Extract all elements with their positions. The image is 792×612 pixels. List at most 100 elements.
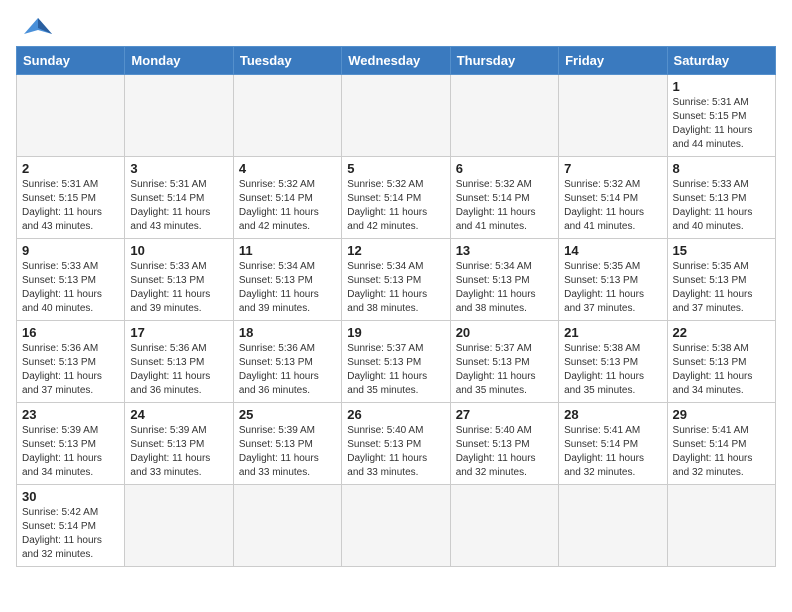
day-number: 6 (456, 161, 553, 176)
day-info: Sunrise: 5:31 AMSunset: 5:15 PMDaylight:… (673, 96, 770, 152)
day-info: Sunrise: 5:32 AMSunset: 5:14 PMDaylight:… (347, 178, 444, 234)
day-number: 30 (22, 489, 119, 504)
day-info: Sunrise: 5:37 AMSunset: 5:13 PMDaylight:… (456, 342, 553, 398)
calendar-cell (559, 485, 667, 567)
day-info: Sunrise: 5:34 AMSunset: 5:13 PMDaylight:… (239, 260, 336, 316)
calendar-cell: 16Sunrise: 5:36 AMSunset: 5:13 PMDayligh… (17, 321, 125, 403)
day-info: Sunrise: 5:39 AMSunset: 5:13 PMDaylight:… (130, 424, 227, 480)
day-number: 22 (673, 325, 770, 340)
day-number: 4 (239, 161, 336, 176)
day-number: 3 (130, 161, 227, 176)
weekday-header-friday: Friday (559, 47, 667, 75)
calendar-cell: 29 Sunrise: 5:41 AMSunset: 5:14 PMDayligh… (667, 403, 775, 485)
day-info: Sunrise: 5:41 AMSunset: 5:14 PMDaylight:… (564, 424, 661, 480)
calendar-cell: 2 Sunrise: 5:31 AMSunset: 5:15 PMDaylight… (17, 157, 125, 239)
calendar-week-4: 23 Sunrise: 5:39 AMSunset: 5:13 PMDayligh… (17, 403, 776, 485)
calendar-cell: 26 Sunrise: 5:40 AMSunset: 5:13 PMDayligh… (342, 403, 450, 485)
calendar-header: SundayMondayTuesdayWednesdayThursdayFrid… (17, 47, 776, 75)
day-info: Sunrise: 5:37 AMSunset: 5:13 PMDaylight:… (347, 342, 444, 398)
day-number: 26 (347, 407, 444, 422)
day-info: Sunrise: 5:36 AMSunset: 5:13 PMDaylight:… (239, 342, 336, 398)
day-info: Sunrise: 5:33 AMSunset: 5:13 PMDaylight:… (130, 260, 227, 316)
day-number: 7 (564, 161, 661, 176)
day-info: Sunrise: 5:35 AMSunset: 5:13 PMDaylight:… (673, 260, 770, 316)
calendar-cell (450, 485, 558, 567)
day-info: Sunrise: 5:39 AMSunset: 5:13 PMDaylight:… (239, 424, 336, 480)
day-number: 11 (239, 243, 336, 258)
page-header (16, 16, 776, 38)
day-info: Sunrise: 5:31 AMSunset: 5:14 PMDaylight:… (130, 178, 227, 234)
calendar-week-2: 9 Sunrise: 5:33 AMSunset: 5:13 PMDaylight… (17, 239, 776, 321)
day-number: 9 (22, 243, 119, 258)
calendar-week-1: 2 Sunrise: 5:31 AMSunset: 5:15 PMDaylight… (17, 157, 776, 239)
calendar-cell (559, 75, 667, 157)
day-info: Sunrise: 5:36 AMSunset: 5:13 PMDaylight:… (130, 342, 227, 398)
day-number: 5 (347, 161, 444, 176)
calendar-cell: 28 Sunrise: 5:41 AMSunset: 5:14 PMDayligh… (559, 403, 667, 485)
calendar-cell: 4 Sunrise: 5:32 AMSunset: 5:14 PMDaylight… (233, 157, 341, 239)
calendar-cell (233, 75, 341, 157)
weekday-header-saturday: Saturday (667, 47, 775, 75)
weekday-header-sunday: Sunday (17, 47, 125, 75)
day-info: Sunrise: 5:40 AMSunset: 5:13 PMDaylight:… (456, 424, 553, 480)
calendar-cell: 5 Sunrise: 5:32 AMSunset: 5:14 PMDaylight… (342, 157, 450, 239)
day-number: 25 (239, 407, 336, 422)
day-number: 19 (347, 325, 444, 340)
calendar-cell (667, 485, 775, 567)
calendar-cell: 30Sunrise: 5:42 AMSunset: 5:14 PMDayligh… (17, 485, 125, 567)
calendar-cell (125, 485, 233, 567)
day-info: Sunrise: 5:32 AMSunset: 5:14 PMDaylight:… (456, 178, 553, 234)
day-number: 15 (673, 243, 770, 258)
calendar-cell: 13 Sunrise: 5:34 AMSunset: 5:13 PMDayligh… (450, 239, 558, 321)
calendar-cell: 20 Sunrise: 5:37 AMSunset: 5:13 PMDayligh… (450, 321, 558, 403)
day-info: Sunrise: 5:34 AMSunset: 5:13 PMDaylight:… (456, 260, 553, 316)
day-info: Sunrise: 5:32 AMSunset: 5:14 PMDaylight:… (564, 178, 661, 234)
day-info: Sunrise: 5:41 AMSunset: 5:14 PMDaylight:… (673, 424, 770, 480)
day-number: 21 (564, 325, 661, 340)
calendar-cell: 27Sunrise: 5:40 AMSunset: 5:13 PMDayligh… (450, 403, 558, 485)
calendar-cell: 15 Sunrise: 5:35 AMSunset: 5:13 PMDayligh… (667, 239, 775, 321)
day-number: 29 (673, 407, 770, 422)
day-info: Sunrise: 5:32 AMSunset: 5:14 PMDaylight:… (239, 178, 336, 234)
day-info: Sunrise: 5:31 AMSunset: 5:15 PMDaylight:… (22, 178, 119, 234)
day-info: Sunrise: 5:33 AMSunset: 5:13 PMDaylight:… (22, 260, 119, 316)
day-number: 14 (564, 243, 661, 258)
calendar-cell: 21 Sunrise: 5:38 AMSunset: 5:13 PMDayligh… (559, 321, 667, 403)
calendar-cell: 6 Sunrise: 5:32 AMSunset: 5:14 PMDaylight… (450, 157, 558, 239)
day-number: 23 (22, 407, 119, 422)
day-info: Sunrise: 5:35 AMSunset: 5:13 PMDaylight:… (564, 260, 661, 316)
day-number: 13 (456, 243, 553, 258)
calendar-cell (17, 75, 125, 157)
weekday-row: SundayMondayTuesdayWednesdayThursdayFrid… (17, 47, 776, 75)
day-number: 20 (456, 325, 553, 340)
day-number: 12 (347, 243, 444, 258)
calendar-cell: 8Sunrise: 5:33 AMSunset: 5:13 PMDaylight… (667, 157, 775, 239)
calendar-cell: 9 Sunrise: 5:33 AMSunset: 5:13 PMDaylight… (17, 239, 125, 321)
day-number: 24 (130, 407, 227, 422)
calendar-cell (342, 75, 450, 157)
calendar-cell: 25 Sunrise: 5:39 AMSunset: 5:13 PMDayligh… (233, 403, 341, 485)
day-number: 10 (130, 243, 227, 258)
calendar-cell: 12 Sunrise: 5:34 AMSunset: 5:13 PMDayligh… (342, 239, 450, 321)
calendar-cell: 14 Sunrise: 5:35 AMSunset: 5:13 PMDayligh… (559, 239, 667, 321)
calendar-cell (450, 75, 558, 157)
weekday-header-tuesday: Tuesday (233, 47, 341, 75)
day-number: 16 (22, 325, 119, 340)
calendar-cell (233, 485, 341, 567)
day-number: 1 (673, 79, 770, 94)
day-info: Sunrise: 5:38 AMSunset: 5:13 PMDaylight:… (564, 342, 661, 398)
calendar-cell (342, 485, 450, 567)
day-number: 28 (564, 407, 661, 422)
calendar-cell: 19 Sunrise: 5:37 AMSunset: 5:13 PMDayligh… (342, 321, 450, 403)
day-number: 17 (130, 325, 227, 340)
calendar-cell: 3 Sunrise: 5:31 AMSunset: 5:14 PMDaylight… (125, 157, 233, 239)
calendar-cell: 7 Sunrise: 5:32 AMSunset: 5:14 PMDaylight… (559, 157, 667, 239)
calendar-cell: 22Sunrise: 5:38 AMSunset: 5:13 PMDayligh… (667, 321, 775, 403)
calendar-cell (125, 75, 233, 157)
calendar-week-3: 16 Sunrise: 5:36 AMSunset: 5:13 PMDayligh… (17, 321, 776, 403)
day-info: Sunrise: 5:34 AMSunset: 5:13 PMDaylight:… (347, 260, 444, 316)
day-info: Sunrise: 5:40 AMSunset: 5:13 PMDaylight:… (347, 424, 444, 480)
weekday-header-thursday: Thursday (450, 47, 558, 75)
day-number: 2 (22, 161, 119, 176)
logo (16, 16, 52, 38)
